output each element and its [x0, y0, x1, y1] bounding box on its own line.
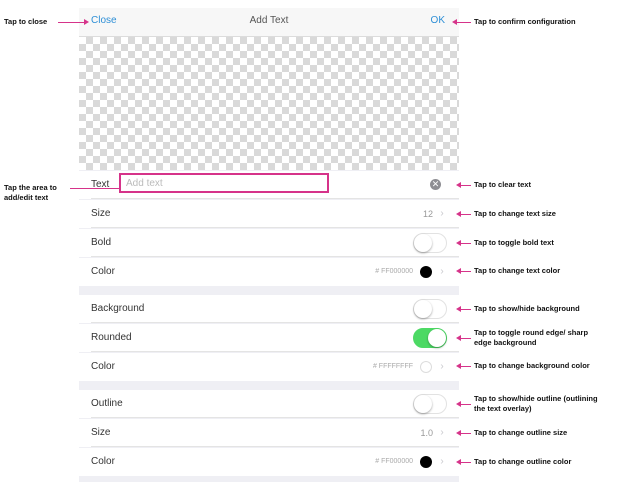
- outline-label: Outline: [91, 398, 123, 409]
- divider: [91, 417, 459, 418]
- toggle-knob: [414, 234, 432, 252]
- color-label: Color: [91, 266, 115, 277]
- annotation-leader-line: [461, 404, 471, 405]
- divider: [91, 351, 459, 352]
- background-label: Background: [91, 303, 145, 314]
- text-color-hex: # FF000000: [375, 268, 413, 275]
- annotation-clear-text: Tap to clear text: [474, 180, 531, 189]
- outline-color-hex: # FF000000: [375, 458, 413, 465]
- ok-button[interactable]: OK: [431, 15, 445, 26]
- outline-color-swatch: [420, 456, 432, 468]
- annotation-leader-line: [461, 309, 471, 310]
- size-label: Size: [91, 427, 111, 438]
- rounded-label: Rounded: [91, 332, 132, 343]
- chevron-right-icon: ›: [440, 427, 444, 438]
- annotation-show-hide-background: Tap to show/hide background: [474, 304, 580, 313]
- annotation-change-outline-size: Tap to change outline size: [474, 428, 568, 437]
- background-color-hex: # FFFFFFFF: [372, 363, 413, 370]
- background-color-swatch: [420, 361, 432, 373]
- annotation-toggle-bold: Tap to toggle bold text: [474, 238, 554, 247]
- divider: [91, 322, 459, 323]
- chevron-right-icon: ›: [440, 456, 444, 467]
- text-color-row[interactable]: Color # FF000000 ›: [79, 258, 459, 286]
- annotation-leader-line: [461, 462, 471, 463]
- divider: [91, 256, 459, 257]
- annotation-show-hide-outline: Tap to show/hide outline (outlining the …: [474, 394, 598, 413]
- annotation-leader-line: [58, 22, 84, 23]
- outline-size-row[interactable]: Size 1.0 ›: [79, 419, 459, 447]
- rounded-row: Rounded: [79, 324, 459, 352]
- toggle-knob: [414, 395, 432, 413]
- chevron-right-icon: ›: [440, 266, 444, 277]
- annotation-leader-line: [461, 338, 471, 339]
- text-input[interactable]: Add text: [119, 173, 329, 193]
- annotation-leader-line: [461, 366, 471, 367]
- background-toggle[interactable]: [413, 299, 447, 319]
- toggle-knob: [414, 300, 432, 318]
- annotation-toggle-round: Tap to toggle round edge/ sharp edge bac…: [474, 328, 589, 347]
- outline-color-row[interactable]: Color # FF000000 ›: [79, 448, 459, 476]
- text-row: Text Add text ✕: [79, 171, 459, 199]
- text-color-swatch: [420, 266, 432, 278]
- background-color-row[interactable]: Color # FFFFFFFF ›: [79, 353, 459, 381]
- outline-toggle[interactable]: [413, 394, 447, 414]
- add-text-screen: Close Add Text OK Text Add text ✕ Size 1…: [79, 8, 459, 482]
- annotation-tap-to-close: Tap to close: [4, 17, 48, 26]
- color-label: Color: [91, 456, 115, 467]
- annotation-leader-line: [461, 185, 471, 186]
- annotation-leader-line: [461, 433, 471, 434]
- annotation-leader-line: [70, 188, 119, 189]
- divider: [91, 227, 459, 228]
- outline-size-value: 1.0: [420, 428, 433, 438]
- annotation-change-background-color: Tap to change background color: [474, 361, 590, 370]
- annotation-tap-area-edit: Tap the area to add/edit text: [4, 183, 57, 202]
- rounded-toggle[interactable]: [413, 328, 447, 348]
- size-value: 12: [422, 209, 433, 219]
- size-label: Size: [91, 208, 111, 219]
- annotation-change-text-color: Tap to change text color: [474, 266, 561, 275]
- outline-row: Outline: [79, 390, 459, 418]
- annotation-leader-line: [457, 22, 471, 23]
- clear-text-icon[interactable]: ✕: [430, 179, 441, 190]
- background-row: Background: [79, 295, 459, 323]
- arrow-right-icon: [84, 19, 89, 25]
- page-title: Add Text: [249, 15, 289, 26]
- color-label: Color: [91, 361, 115, 372]
- divider: [91, 446, 459, 447]
- toggle-knob: [428, 329, 446, 347]
- annotation-leader-line: [461, 271, 471, 272]
- size-row[interactable]: Size 12 ›: [79, 200, 459, 228]
- annotation-leader-line: [461, 243, 471, 244]
- text-preview-canvas: [79, 37, 459, 170]
- annotation-change-outline-color: Tap to change outline color: [474, 457, 572, 466]
- annotation-confirm: Tap to confirm configuration: [474, 17, 576, 26]
- chevron-right-icon: ›: [440, 361, 444, 372]
- divider: [91, 198, 459, 199]
- bold-toggle[interactable]: [413, 233, 447, 253]
- bold-label: Bold: [91, 237, 112, 248]
- bold-row: Bold: [79, 229, 459, 257]
- annotation-change-text-size: Tap to change text size: [474, 209, 556, 218]
- chevron-right-icon: ›: [440, 208, 444, 219]
- navigation-bar: Close Add Text OK: [79, 8, 459, 37]
- annotation-leader-line: [461, 214, 471, 215]
